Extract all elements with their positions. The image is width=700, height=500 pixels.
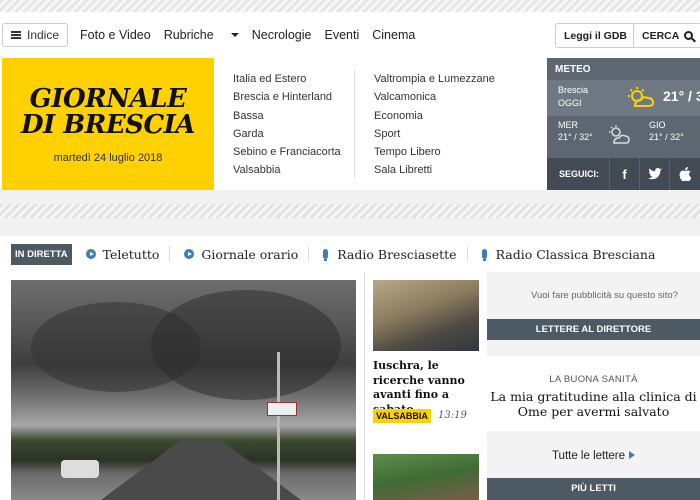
section-link[interactable]: Garda (233, 125, 341, 143)
story-time: 13:19 (438, 410, 467, 421)
search-button[interactable]: CERCA (633, 23, 700, 48)
section-link[interactable]: Sport (374, 125, 495, 143)
live-item-radio-bresciasette[interactable]: Radio Bresciasette (323, 246, 457, 262)
section-link[interactable]: Bassa (233, 107, 341, 125)
sections-column-2: Valtrompia e Lumezzane Valcamonica Econo… (374, 70, 495, 180)
section-link[interactable]: Tempo Libero (374, 143, 495, 161)
most-read-header: PIÙ LETTI (487, 478, 700, 500)
live-separator (466, 246, 468, 262)
photo-pole (277, 352, 280, 500)
live-separator (169, 246, 171, 262)
twitter-bird-icon (647, 168, 662, 180)
story-section-tag[interactable]: VALSABBIA (373, 409, 431, 423)
weather-today-label: OGGI (558, 98, 582, 108)
live-item-giornale-orario[interactable]: Giornale orario (184, 247, 298, 262)
letter-kicker: LA BUONA SANITÀ (549, 374, 638, 385)
microphone-icon (481, 249, 487, 261)
nav-link-rubriche-label: Rubriche (163, 28, 214, 42)
weather-header: METEO (555, 64, 591, 75)
sections-divider (354, 70, 355, 178)
letter-title: La mia gratitudine alla clinica di Ome p… (490, 389, 697, 419)
partly-sunny-icon (628, 87, 655, 107)
photo-smoke (151, 290, 341, 400)
live-item-teletutto[interactable]: Teletutto (85, 246, 160, 262)
section-link[interactable]: Economia (374, 107, 495, 125)
chevron-down-icon (230, 33, 239, 37)
cloudy-sun-icon (609, 125, 630, 144)
live-separator (308, 246, 310, 262)
site-logo[interactable]: GIORNALE DI BRESCIA martedì 24 luglio 20… (2, 58, 214, 190)
twitter-icon[interactable] (639, 158, 669, 190)
all-letters-label: Tutte le lettere (551, 450, 626, 462)
weather-day-2-label: MER (558, 120, 578, 130)
nav-link-rubriche[interactable]: Rubriche (164, 28, 239, 42)
weather-today: Brescia OGGI 21° / 3 (547, 80, 700, 116)
section-link[interactable]: Italia ed Estero (233, 70, 341, 88)
search-icon (684, 31, 694, 40)
apple-logo-icon (679, 167, 691, 181)
live-item-label: Radio Classica Bresciana (495, 246, 656, 262)
story-thumbnail[interactable] (373, 280, 479, 351)
weather-widget[interactable]: METEO Brescia OGGI 21° / 3 MER 21° / 32°… (547, 58, 700, 190)
weather-today-city: Brescia OGGI (558, 84, 588, 110)
column-divider (364, 272, 365, 500)
photo-car (61, 460, 99, 478)
section-link[interactable]: Sebino e Franciacorta (233, 143, 341, 161)
section-link[interactable]: Valsabbia (233, 161, 341, 179)
main-content: Iuschra, le ricerche vanno avanti fino a… (0, 272, 700, 500)
top-stripe (0, 0, 700, 12)
nav-link-necrologie[interactable]: Necrologie (252, 28, 312, 42)
lead-story-photo[interactable] (11, 280, 356, 500)
live-bar: IN DIRETTA Teletutto Giornale orario Rad… (0, 236, 700, 272)
weather-day-2-temp: 21° / 32° (558, 132, 593, 142)
nav-link-eventi[interactable]: Eventi (324, 28, 359, 42)
masthead: GIORNALE DI BRESCIA martedì 24 luglio 20… (0, 58, 700, 190)
read-gdb-button[interactable]: Leggi il GDB (555, 23, 636, 48)
live-item-label: Radio Bresciasette (337, 246, 457, 262)
section-link[interactable]: Sala Libretti (374, 161, 495, 179)
section-link[interactable]: Valcamonica (374, 88, 495, 106)
all-letters-link[interactable]: Tutte le lettere (487, 450, 700, 462)
letters-header: LETTERE AL DIRETTORE (487, 319, 700, 340)
weather-today-temp: 21° / 3 (663, 88, 700, 104)
sidebar: Vuoi fare pubblicità su questo sito? LET… (487, 272, 700, 500)
indice-button[interactable]: Indice (2, 23, 69, 47)
indice-label: Indice (27, 28, 60, 42)
weather-day-2: MER 21° / 32° (558, 120, 593, 142)
arrow-right-icon (629, 451, 636, 459)
current-date: martedì 24 luglio 2018 (53, 152, 163, 164)
featured-letter[interactable]: LA BUONA SANITÀ La mia gratitudine alla … (487, 356, 700, 431)
story-thumbnail-2[interactable] (373, 454, 479, 500)
live-item-label: Giornale orario (201, 246, 299, 262)
follow-us-label: SEGUICI: (559, 169, 600, 179)
weather-city: Brescia (558, 85, 589, 95)
top-navigation: Indice Foto e Video Rubriche Necrologie … (0, 12, 700, 58)
nav-link-cinema[interactable]: Cinema (372, 28, 415, 42)
apple-icon[interactable] (669, 158, 699, 190)
live-item-radio-classica[interactable]: Radio Classica Bresciana (481, 246, 656, 262)
section-link[interactable]: Brescia e Hinterland (233, 88, 341, 106)
hamburger-menu-icon (11, 31, 21, 39)
advertise-link[interactable]: Vuoi fare pubblicità su questo sito? (531, 290, 678, 301)
facebook-icon[interactable]: f (609, 158, 639, 190)
weather-day-3-temp: 21° / 32° (649, 132, 684, 142)
search-button-label: CERCA (642, 29, 680, 42)
social-bar: SEGUICI: f (547, 158, 700, 190)
sections-column-1: Italia ed Estero Brescia e Hinterland Ba… (233, 70, 341, 180)
weather-day-3-label: GIO (649, 120, 666, 130)
nav-link-foto-video[interactable]: Foto e Video (80, 28, 151, 42)
play-icon (85, 249, 96, 259)
live-badge: IN DIRETTA (11, 243, 72, 265)
weather-day-3: GIO 21° / 32° (649, 120, 684, 142)
photo-road (101, 440, 301, 500)
play-icon (184, 249, 195, 259)
live-item-label: Teletutto (102, 246, 160, 262)
section-link[interactable]: Valtrompia e Lumezzane (374, 70, 495, 88)
separator-stripe (0, 204, 700, 218)
photo-sign (267, 402, 297, 416)
microphone-icon (323, 249, 329, 261)
logo-line-2: DI BRESCIA (21, 110, 195, 140)
main-nav-links: Foto e Video Rubriche Necrologie Eventi … (80, 28, 428, 42)
